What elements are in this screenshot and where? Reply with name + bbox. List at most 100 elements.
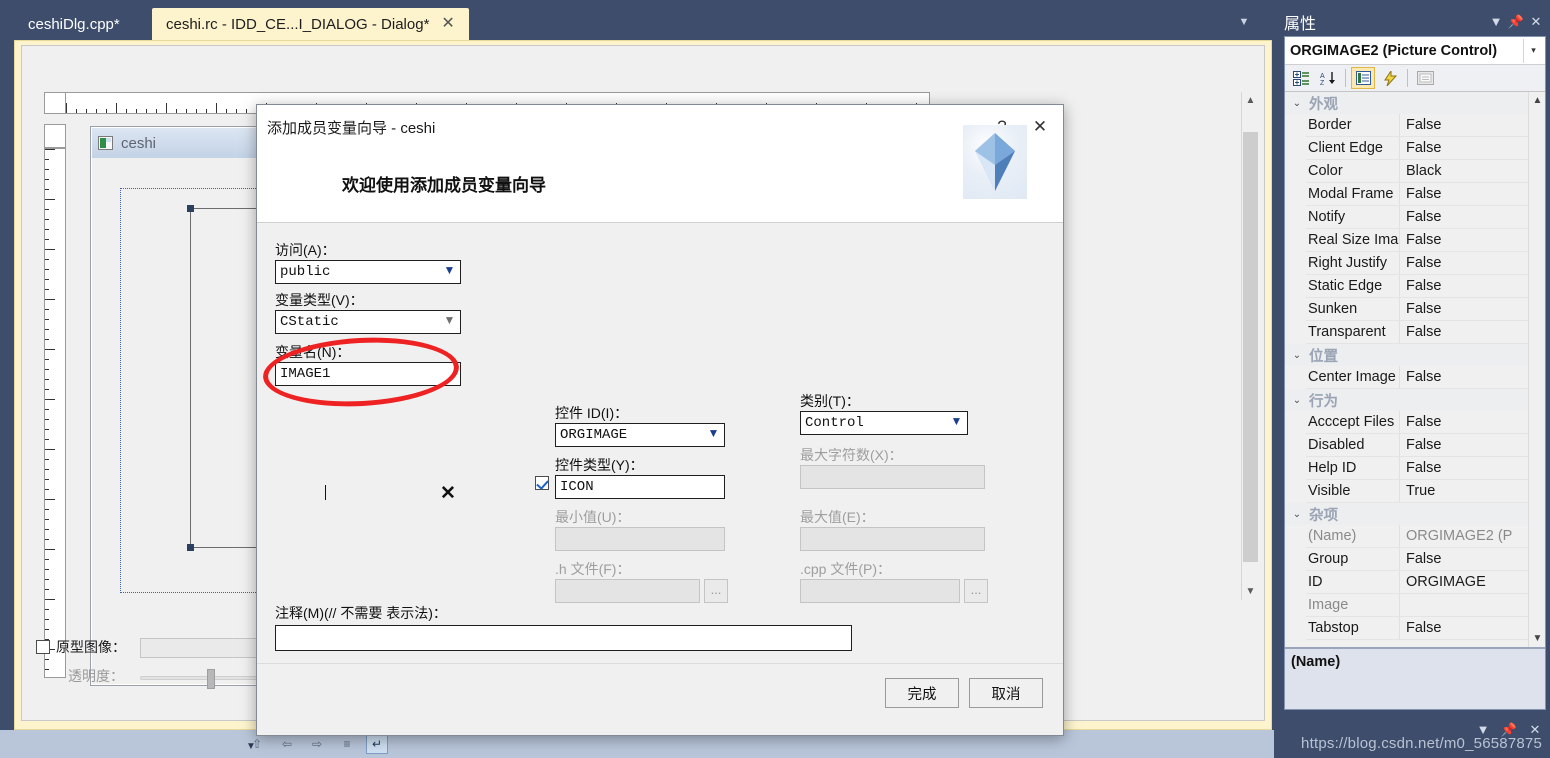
property-value[interactable]: False: [1400, 114, 1528, 136]
chevron-down-icon[interactable]: ⌄: [1289, 98, 1305, 109]
alphabetical-sort-icon[interactable]: A Z: [1316, 67, 1340, 89]
chevron-down-icon[interactable]: ⌄: [1289, 509, 1305, 520]
property-row[interactable]: ID ORGIMAGE: [1306, 571, 1528, 594]
properties-object-selector[interactable]: ORGIMAGE2 (Picture Control) ▾: [1285, 37, 1545, 65]
chevron-down-icon[interactable]: ▼: [443, 314, 456, 327]
property-row[interactable]: Notify False: [1306, 206, 1528, 229]
property-row[interactable]: Help ID False: [1306, 457, 1528, 480]
category-combobox[interactable]: Control ▼: [800, 411, 968, 435]
property-row[interactable]: Modal Frame False: [1306, 183, 1528, 206]
property-value[interactable]: False: [1400, 206, 1528, 228]
property-row[interactable]: Group False: [1306, 548, 1528, 571]
variable-name-input[interactable]: IMAGE1: [275, 362, 461, 386]
property-group-1[interactable]: ⌄ 位置: [1285, 344, 1528, 366]
categorized-icon[interactable]: [1289, 67, 1313, 89]
property-pages-icon[interactable]: [1413, 67, 1437, 89]
tab-ceshidlg-cpp[interactable]: ceshiDlg.cpp*: [14, 8, 134, 40]
close-icon[interactable]: ✕: [1526, 12, 1546, 32]
cancel-button[interactable]: 取消: [969, 678, 1043, 708]
editor-vertical-scrollbar[interactable]: ▲ ▼: [1241, 92, 1258, 600]
property-value[interactable]: ORGIMAGE: [1400, 571, 1528, 593]
comment-input[interactable]: [275, 625, 852, 651]
chevron-down-icon[interactable]: ▾: [1523, 38, 1543, 63]
property-value[interactable]: False: [1400, 137, 1528, 159]
scroll-down-icon[interactable]: ▼: [1242, 583, 1259, 600]
tab-close-icon[interactable]: ✕: [437, 16, 454, 32]
ruler-tick: [45, 219, 49, 220]
property-row[interactable]: Tabstop False: [1306, 617, 1528, 640]
chevron-down-icon[interactable]: ⌄: [1289, 350, 1305, 361]
property-value[interactable]: False: [1400, 183, 1528, 205]
ruler-tick: [45, 179, 49, 180]
scrollbar-thumb[interactable]: [1243, 132, 1258, 562]
variable-type-combobox[interactable]: CStatic ▼: [275, 310, 461, 334]
property-group-3[interactable]: ⌄ 杂项: [1285, 503, 1528, 525]
align-right-icon[interactable]: ⇨: [306, 734, 328, 754]
property-row[interactable]: Acccept Files False: [1306, 411, 1528, 434]
variable-name-clear-icon[interactable]: ✕: [440, 482, 456, 505]
property-value[interactable]: ORGIMAGE2 (P: [1400, 525, 1528, 547]
property-row[interactable]: Visible True: [1306, 480, 1528, 503]
property-row[interactable]: Color Black: [1306, 160, 1528, 183]
property-row[interactable]: Real Size Ima False: [1306, 229, 1528, 252]
property-row[interactable]: (Name) ORGIMAGE2 (P: [1306, 525, 1528, 548]
property-row[interactable]: Client Edge False: [1306, 137, 1528, 160]
property-value[interactable]: False: [1400, 321, 1528, 343]
add-member-variable-wizard[interactable]: 添加成员变量向导 - ceshi ? ✕ 欢迎使用添加成员变量向导 访问(A)：…: [256, 104, 1064, 736]
control-id-combobox[interactable]: ORGIMAGE ▼: [555, 423, 725, 447]
chevron-down-icon[interactable]: ▼: [1236, 14, 1252, 30]
property-value[interactable]: False: [1400, 617, 1528, 639]
scroll-down-icon[interactable]: ▼: [1529, 630, 1545, 647]
tab-ceshi-rc-dialog[interactable]: ceshi.rc - IDD_CE...I_DIALOG - Dialog* ✕: [152, 8, 469, 40]
property-value[interactable]: False: [1400, 298, 1528, 320]
align-top-icon[interactable]: ⇧: [246, 734, 268, 754]
max-chars-input: [800, 465, 985, 489]
property-value[interactable]: Black: [1400, 160, 1528, 182]
property-value[interactable]: False: [1400, 366, 1528, 388]
property-group-0[interactable]: ⌄ 外观: [1285, 92, 1528, 114]
properties-icon[interactable]: [1351, 67, 1375, 89]
test-dialog-icon[interactable]: ↵: [366, 734, 388, 754]
scroll-up-icon[interactable]: ▲: [1242, 92, 1259, 109]
property-value[interactable]: False: [1400, 229, 1528, 251]
control-variable-checkbox[interactable]: [535, 476, 549, 490]
property-value[interactable]: False: [1400, 457, 1528, 479]
properties-scrollbar[interactable]: ▲ ▼: [1528, 92, 1545, 647]
property-value[interactable]: False: [1400, 548, 1528, 570]
control-type-input[interactable]: ICON: [555, 475, 725, 499]
chevron-down-icon[interactable]: ▼: [950, 415, 963, 428]
pin-icon[interactable]: 📌: [1506, 12, 1526, 32]
resize-grip-bottom-left[interactable]: [187, 544, 194, 551]
ruler-tick: [45, 529, 49, 530]
align-left-icon[interactable]: ⇦: [276, 734, 298, 754]
scroll-up-icon[interactable]: ▲: [1529, 92, 1545, 109]
transparency-slider-thumb[interactable]: [207, 669, 215, 689]
property-group-2[interactable]: ⌄ 行为: [1285, 389, 1528, 411]
property-row[interactable]: Sunken False: [1306, 298, 1528, 321]
properties-grid[interactable]: ⌄ 外观 Border False Client Edge False Color Black…: [1285, 92, 1545, 647]
property-row[interactable]: Image: [1306, 594, 1528, 617]
property-value[interactable]: False: [1400, 411, 1528, 433]
property-value[interactable]: False: [1400, 434, 1528, 456]
make-same-size-icon[interactable]: ≡: [336, 734, 358, 754]
property-row[interactable]: Transparent False: [1306, 321, 1528, 344]
chevron-down-icon[interactable]: ▼: [707, 427, 720, 440]
property-value[interactable]: False: [1400, 275, 1528, 297]
property-value[interactable]: False: [1400, 252, 1528, 274]
chevron-down-icon[interactable]: ▼: [443, 264, 456, 277]
finish-button[interactable]: 完成: [885, 678, 959, 708]
events-icon[interactable]: [1378, 67, 1402, 89]
property-row[interactable]: Disabled False: [1306, 434, 1528, 457]
property-row[interactable]: Right Justify False: [1306, 252, 1528, 275]
property-row[interactable]: Static Edge False: [1306, 275, 1528, 298]
access-combobox[interactable]: public ▼: [275, 260, 461, 284]
property-value[interactable]: True: [1400, 480, 1528, 502]
chevron-down-icon[interactable]: ⌄: [1289, 395, 1305, 406]
chevron-down-icon[interactable]: ▼: [1486, 12, 1506, 32]
resize-grip-top-left[interactable]: [187, 205, 194, 212]
property-row[interactable]: Center Image False: [1306, 366, 1528, 389]
access-combobox-value: public: [275, 260, 461, 284]
property-row[interactable]: Border False: [1306, 114, 1528, 137]
prototype-image-checkbox[interactable]: [36, 640, 50, 654]
ruler-corner: [44, 92, 66, 114]
